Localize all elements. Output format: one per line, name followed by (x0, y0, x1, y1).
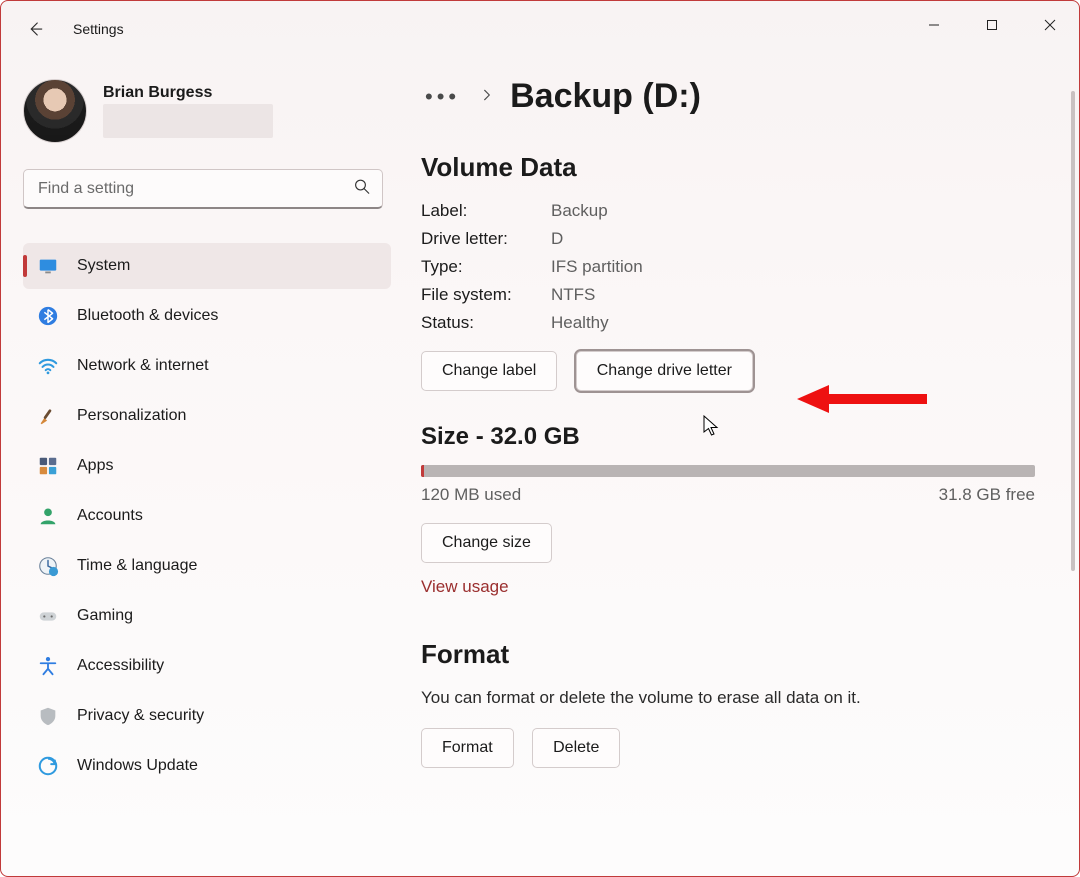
change-label-button[interactable]: Change label (421, 351, 557, 391)
sidebar-item-label: Accounts (77, 507, 143, 525)
view-usage-link[interactable]: View usage (421, 577, 509, 597)
type-value: IFS partition (551, 257, 1035, 277)
breadcrumb-more-icon[interactable]: ••• (421, 84, 464, 110)
file-system-key: File system: (421, 285, 551, 305)
sidebar-item-label: Accessibility (77, 657, 164, 675)
label-value: Backup (551, 201, 1035, 221)
nav-list: System Bluetooth & devices Network & int… (23, 243, 391, 789)
label-key: Label: (421, 201, 551, 221)
sidebar-item-label: Apps (77, 457, 113, 475)
vertical-scrollbar[interactable] (1071, 91, 1075, 571)
minimize-button[interactable] (905, 1, 963, 49)
close-button[interactable] (1021, 1, 1079, 49)
topbar: Settings (1, 1, 124, 57)
gamepad-icon (37, 605, 59, 627)
app-title: Settings (73, 21, 124, 37)
size-progress-used (421, 465, 424, 477)
sidebar-item-label: Time & language (77, 557, 197, 575)
change-size-button[interactable]: Change size (421, 523, 552, 563)
drive-letter-value: D (551, 229, 1035, 249)
maximize-button[interactable] (963, 1, 1021, 49)
profile-text: Brian Burgess (103, 84, 273, 138)
sidebar-item-label: Gaming (77, 607, 133, 625)
sidebar-item-label: Bluetooth & devices (77, 307, 218, 325)
avatar (23, 79, 87, 143)
profile-name: Brian Burgess (103, 84, 273, 102)
sidebar-item-update[interactable]: Windows Update (23, 743, 391, 789)
format-heading: Format (421, 639, 1035, 670)
sidebar-item-label: Network & internet (77, 357, 209, 375)
sidebar: Brian Burgess System Bluetooth & de (1, 69, 395, 876)
search-icon (353, 178, 371, 201)
sidebar-item-apps[interactable]: Apps (23, 443, 391, 489)
sidebar-item-gaming[interactable]: Gaming (23, 593, 391, 639)
sidebar-item-bluetooth[interactable]: Bluetooth & devices (23, 293, 391, 339)
format-buttons: Format Delete (421, 728, 1035, 768)
size-heading: Size - 32.0 GB (421, 423, 1035, 451)
display-icon (37, 255, 59, 277)
volume-heading: Volume Data (421, 152, 1035, 183)
status-value: Healthy (551, 313, 1035, 333)
accessibility-icon (37, 655, 59, 677)
drive-letter-key: Drive letter: (421, 229, 551, 249)
volume-buttons: Change label Change drive letter (421, 351, 1035, 391)
page-title: Backup (D:) (510, 77, 701, 116)
status-key: Status: (421, 313, 551, 333)
sidebar-item-network[interactable]: Network & internet (23, 343, 391, 389)
apps-icon (37, 455, 59, 477)
format-button[interactable]: Format (421, 728, 514, 768)
main-content: ••• Backup (D:) Volume Data Label: Backu… (421, 69, 1059, 872)
sidebar-item-label: Privacy & security (77, 707, 204, 725)
sidebar-item-time-language[interactable]: Time & language (23, 543, 391, 589)
size-labels: 120 MB used 31.8 GB free (421, 485, 1035, 505)
sidebar-item-label: System (77, 257, 130, 275)
file-system-value: NTFS (551, 285, 1035, 305)
breadcrumb: ••• Backup (D:) (421, 77, 1035, 116)
change-drive-letter-button[interactable]: Change drive letter (576, 351, 753, 391)
profile-subline-redacted (103, 104, 273, 138)
format-description: You can format or delete the volume to e… (421, 688, 1035, 708)
volume-properties: Label: Backup Drive letter: D Type: IFS … (421, 201, 1035, 333)
chevron-right-icon (480, 86, 494, 107)
paintbrush-icon (37, 405, 59, 427)
caption-buttons (905, 1, 1079, 49)
sidebar-item-accounts[interactable]: Accounts (23, 493, 391, 539)
shield-icon (37, 705, 59, 727)
size-free-label: 31.8 GB free (939, 485, 1035, 505)
sidebar-item-label: Personalization (77, 407, 186, 425)
profile-block[interactable]: Brian Burgess (23, 79, 391, 143)
clock-globe-icon (37, 555, 59, 577)
back-button[interactable] (17, 11, 53, 47)
sidebar-item-accessibility[interactable]: Accessibility (23, 643, 391, 689)
search-input[interactable] (23, 169, 383, 209)
sidebar-item-personalization[interactable]: Personalization (23, 393, 391, 439)
sidebar-item-privacy[interactable]: Privacy & security (23, 693, 391, 739)
person-icon (37, 505, 59, 527)
bluetooth-icon (37, 305, 59, 327)
size-progress-bar (421, 465, 1035, 477)
type-key: Type: (421, 257, 551, 277)
sidebar-item-label: Windows Update (77, 757, 198, 775)
wifi-icon (37, 355, 59, 377)
size-used-label: 120 MB used (421, 485, 521, 505)
settings-window: Settings Brian Burgess System (0, 0, 1080, 877)
sidebar-item-system[interactable]: System (23, 243, 391, 289)
search-box[interactable] (23, 169, 383, 209)
update-icon (37, 755, 59, 777)
delete-button[interactable]: Delete (532, 728, 620, 768)
